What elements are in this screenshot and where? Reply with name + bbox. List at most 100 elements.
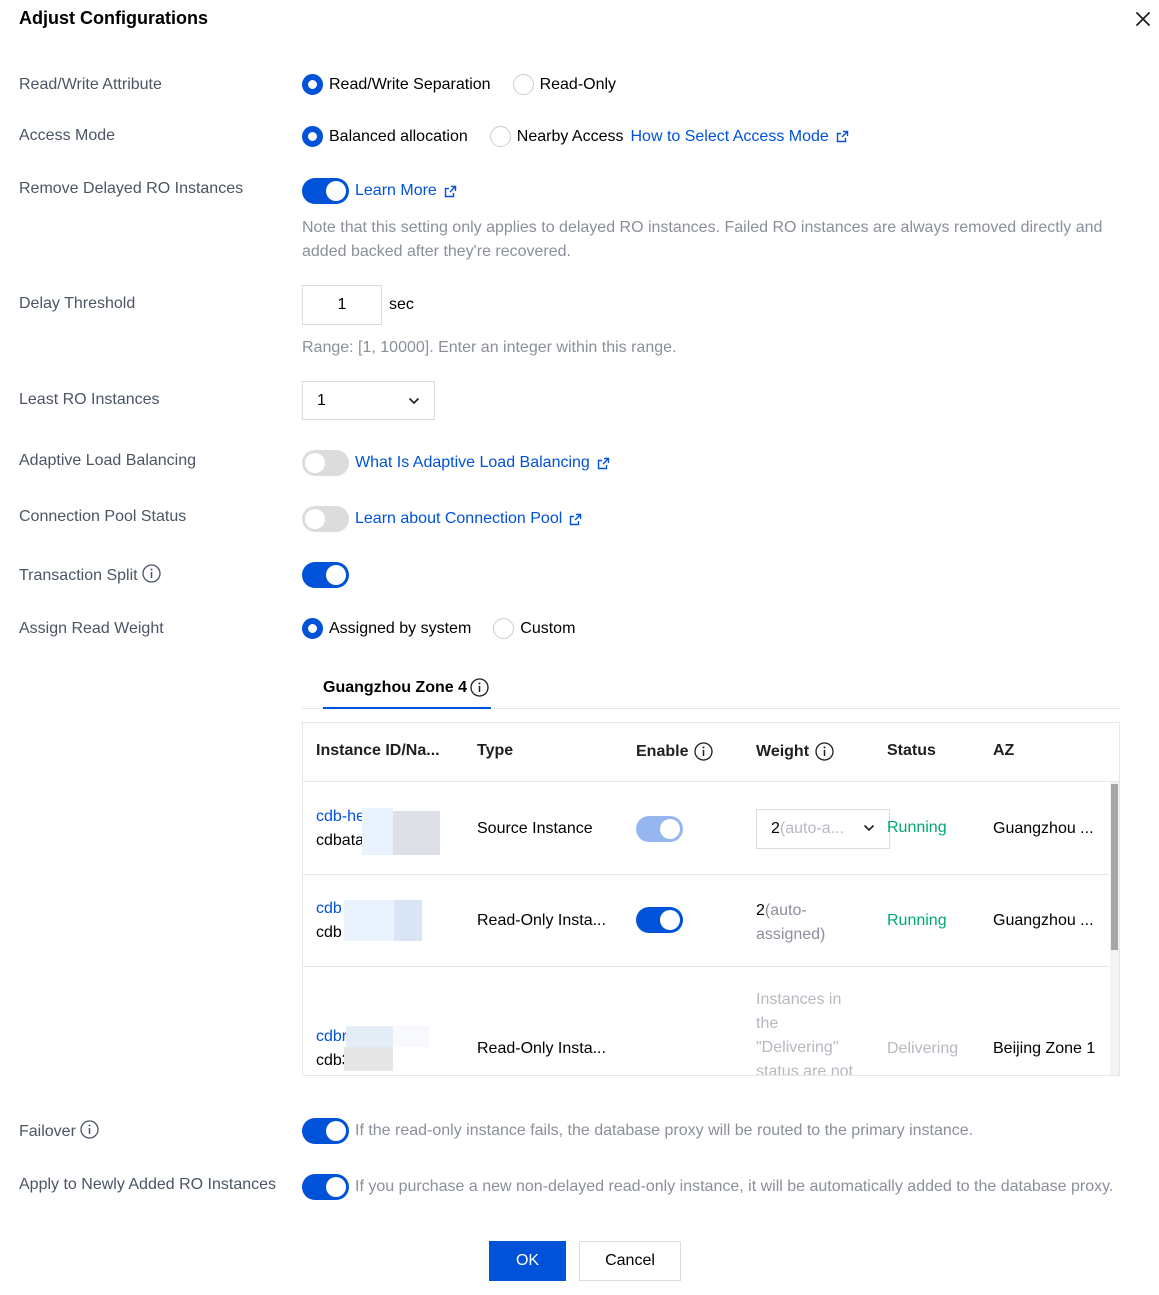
redaction-mask: [362, 808, 393, 855]
rw-attribute-radio-group: Read/Write Separation Read-Only: [302, 74, 638, 95]
cancel-button[interactable]: Cancel: [579, 1241, 681, 1281]
radio-balanced-allocation[interactable]: Balanced allocation: [302, 126, 468, 147]
remove-delayed-learn-more-link[interactable]: Learn More: [355, 182, 457, 200]
remove-delayed-note: Note that this setting only applies to d…: [302, 219, 1103, 260]
adjust-configurations-dialog: Adjust Configurations Read/Write Attribu…: [0, 0, 1159, 1295]
table-header: Instance ID/Na... Type Enable Weight Sta…: [303, 723, 1119, 782]
failover-description: If the read-only instance fails, the dat…: [355, 1122, 974, 1139]
table-row: cdb-he cdbata Source Instance 2 (auto-a..…: [303, 782, 1109, 875]
remove-delayed-label: Remove Delayed RO Instances: [19, 180, 244, 197]
instance-az: Guangzhou ...: [993, 820, 1094, 837]
column-header-status: Status: [887, 742, 936, 759]
instance-az: Beijing Zone 1: [993, 1040, 1096, 1057]
radio-unchecked-icon: [489, 126, 511, 147]
delay-threshold-control: 1 sec: [302, 285, 414, 325]
redaction-mask: [344, 900, 394, 941]
external-link-icon: [570, 513, 582, 525]
status-running: Running: [887, 819, 947, 836]
scrollbar-thumb[interactable]: [1111, 784, 1118, 950]
radio-nearby-access[interactable]: Nearby Access: [489, 126, 623, 147]
instance-name: cdbata: [316, 832, 365, 849]
apply-new-label: Apply to Newly Added RO Instances: [19, 1176, 277, 1193]
least-ro-label: Least RO Instances: [19, 391, 160, 408]
delay-threshold-unit: sec: [389, 296, 414, 313]
conn-pool-control: Learn about Connection Pool: [302, 506, 582, 532]
delay-threshold-input[interactable]: 1: [302, 285, 382, 325]
instance-enable-toggle[interactable]: [636, 816, 683, 842]
adaptive-lb-link[interactable]: What Is Adaptive Load Balancing: [355, 454, 610, 472]
adaptive-lb-label: Adaptive Load Balancing: [19, 452, 197, 469]
delay-threshold-label: Delay Threshold: [19, 295, 136, 312]
instance-id-link[interactable]: cdb: [316, 900, 342, 918]
radio-checked-icon: [302, 126, 323, 147]
failover-label: Failover: [19, 1120, 99, 1141]
redaction-mask: [393, 1026, 429, 1047]
instance-name: cdb: [316, 924, 342, 941]
column-header-instance[interactable]: Instance ID/Na...: [316, 742, 440, 760]
radio-unchecked-icon: [493, 618, 515, 639]
adaptive-lb-control: What Is Adaptive Load Balancing: [302, 450, 610, 476]
conn-pool-label: Connection Pool Status: [19, 508, 187, 525]
instance-enable-toggle[interactable]: [636, 907, 683, 933]
access-mode-label: Access Mode: [19, 127, 116, 144]
radio-read-write-separation[interactable]: Read/Write Separation: [302, 74, 491, 95]
chevron-down-icon: [408, 397, 420, 404]
radio-read-only[interactable]: Read-Only: [512, 74, 616, 95]
radio-unchecked-icon: [512, 74, 534, 95]
read-weight-radio-group: Assigned by system Custom: [302, 618, 597, 639]
instance-type: Read-Only Insta...: [477, 912, 606, 929]
zone-tab-bar: Guangzhou Zone 4: [302, 670, 1120, 709]
redaction-mask: [394, 900, 422, 941]
weight-auto-assigned: 2(auto- assigned): [756, 902, 826, 943]
info-icon[interactable]: [80, 1120, 99, 1139]
info-icon[interactable]: [694, 742, 714, 761]
instance-id-link[interactable]: cdb-he: [316, 808, 365, 826]
apply-new-toggle[interactable]: [302, 1174, 349, 1200]
failover-toggle[interactable]: [302, 1118, 349, 1144]
table-scrollbar[interactable]: [1110, 782, 1119, 1075]
radio-custom[interactable]: Custom: [493, 618, 575, 639]
redaction-mask: [393, 811, 440, 855]
radio-checked-icon: [302, 618, 323, 639]
access-mode-help-link[interactable]: How to Select Access Mode: [630, 128, 848, 146]
radio-assigned-by-system[interactable]: Assigned by system: [302, 618, 471, 639]
info-icon[interactable]: [141, 564, 161, 583]
txn-split-control: [302, 562, 355, 588]
table-row: cdb cdb Read-Only Insta... 2(auto- assig…: [303, 875, 1109, 967]
external-link-icon: [597, 457, 610, 469]
status-delivering: Delivering: [887, 1040, 959, 1057]
close-icon[interactable]: [1134, 10, 1152, 28]
instance-id-link[interactable]: cdbr: [316, 1028, 347, 1046]
column-header-az: AZ: [993, 742, 1015, 759]
adaptive-lb-toggle[interactable]: [302, 450, 349, 476]
external-link-icon: [444, 185, 457, 197]
ok-button[interactable]: OK: [489, 1241, 566, 1281]
redaction-mask: [344, 1047, 393, 1071]
instance-type: Source Instance: [477, 820, 593, 837]
tab-guangzhou-zone-4[interactable]: Guangzhou Zone 4: [323, 678, 489, 697]
apply-new-description: If you purchase a new non-delayed read-o…: [355, 1178, 1114, 1195]
read-weight-label: Assign Read Weight: [19, 620, 164, 637]
instance-az: Guangzhou ...: [993, 912, 1094, 929]
external-link-icon: [836, 130, 848, 143]
txn-split-label: Transaction Split: [19, 564, 161, 585]
least-ro-select[interactable]: 1: [302, 381, 435, 420]
redaction-mask: [346, 1026, 393, 1047]
conn-pool-link[interactable]: Learn about Connection Pool: [355, 510, 582, 528]
weight-select[interactable]: 2 (auto-a...: [756, 809, 890, 849]
txn-split-toggle[interactable]: [302, 562, 349, 588]
conn-pool-toggle[interactable]: [302, 506, 349, 532]
least-ro-control: 1: [302, 381, 435, 420]
remove-delayed-control: Learn More: [302, 178, 457, 204]
column-header-type: Type: [477, 742, 514, 759]
info-icon[interactable]: [470, 678, 489, 697]
remove-delayed-toggle[interactable]: [302, 178, 349, 204]
column-header-enable: Enable: [636, 742, 714, 761]
apply-new-control: If you purchase a new non-delayed read-o…: [302, 1174, 1113, 1200]
info-icon[interactable]: [815, 742, 834, 761]
instance-type: Read-Only Insta...: [477, 1040, 606, 1057]
failover-control: If the read-only instance fails, the dat…: [302, 1118, 973, 1144]
instances-table: Instance ID/Na... Type Enable Weight Sta…: [302, 722, 1120, 1076]
column-header-weight: Weight: [756, 742, 834, 761]
weight-delivering-note: Instances in the "Delivering" status are…: [756, 991, 853, 1076]
